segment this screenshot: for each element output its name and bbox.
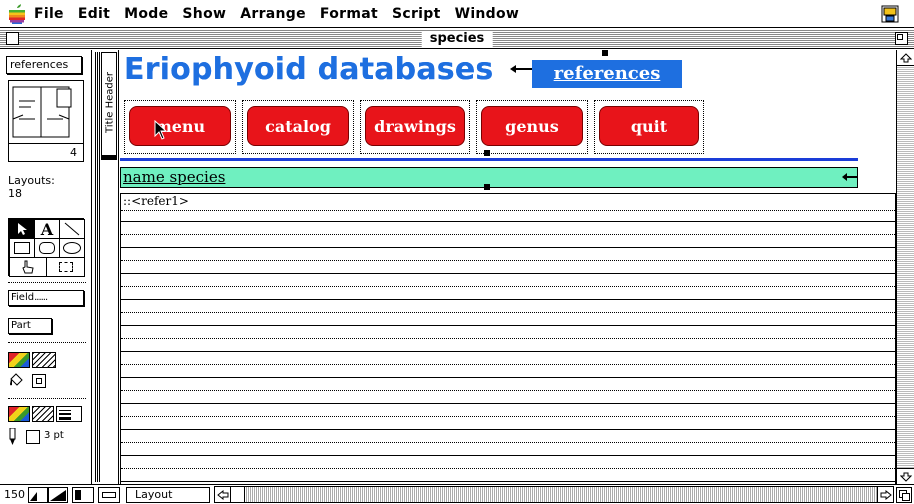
part-label-text: Title Header bbox=[104, 71, 116, 134]
field-tool-button[interactable]: Field...... bbox=[8, 290, 84, 306]
oval-tool-icon[interactable] bbox=[59, 238, 85, 258]
portal-tool-icon[interactable] bbox=[46, 257, 85, 277]
size-box-icon[interactable] bbox=[896, 487, 912, 503]
catalog-button[interactable]: catalog bbox=[247, 106, 349, 146]
zoom-out-icon[interactable] bbox=[28, 487, 48, 503]
pen-tool-icon bbox=[8, 427, 20, 446]
menu-button-frame: menu bbox=[124, 100, 236, 154]
window-bottom-bar: 150 Layout bbox=[0, 484, 914, 504]
part-label-title-header[interactable]: Title Header bbox=[101, 52, 117, 156]
layouts-count: 18 bbox=[8, 187, 22, 200]
layout-title-text[interactable]: Eriophyoid databases bbox=[124, 52, 493, 87]
scroll-up-arrow-icon[interactable] bbox=[897, 50, 914, 66]
layout-canvas: Eriophyoid databases references menu cat… bbox=[120, 50, 896, 484]
selection-handle[interactable] bbox=[602, 50, 608, 56]
genus-button-frame: genus bbox=[476, 100, 588, 154]
fill-effect-icon[interactable] bbox=[32, 374, 46, 388]
scroll-right-arrow-icon[interactable] bbox=[877, 487, 893, 502]
quit-button[interactable]: quit bbox=[599, 106, 699, 146]
scroll-thumb[interactable] bbox=[231, 487, 245, 502]
drawings-button[interactable]: drawings bbox=[365, 106, 465, 146]
menu-file[interactable]: File bbox=[34, 6, 64, 22]
close-box-icon[interactable] bbox=[6, 32, 19, 45]
part-tool-button[interactable]: Part bbox=[8, 318, 52, 334]
drawings-button-frame: drawings bbox=[360, 100, 470, 154]
window-title-bar[interactable]: species bbox=[0, 29, 914, 49]
line-tool-icon[interactable] bbox=[59, 219, 85, 239]
line-width-icon[interactable] bbox=[56, 406, 82, 422]
line-color-swatch[interactable] bbox=[26, 430, 40, 444]
references-body-field[interactable]: ::<refer1> bbox=[120, 193, 896, 484]
button-tool-icon[interactable] bbox=[9, 257, 47, 277]
part-tab-strip bbox=[95, 52, 100, 482]
selection-handle[interactable] bbox=[484, 150, 490, 156]
scroll-down-arrow-icon[interactable] bbox=[897, 468, 914, 484]
tool-palette: A bbox=[8, 218, 85, 277]
fill-color-icon[interactable] bbox=[8, 352, 30, 368]
layout-popup[interactable]: references bbox=[6, 56, 82, 74]
layout-book-icon[interactable]: 4 bbox=[8, 80, 84, 162]
application-menu-icon[interactable] bbox=[880, 4, 900, 24]
menu-button[interactable]: menu bbox=[129, 106, 231, 146]
field-tool-label: Field bbox=[11, 292, 35, 303]
status-area: references 4 Layouts: 18 A Field...... P… bbox=[0, 50, 92, 484]
pen-color-icon[interactable] bbox=[8, 406, 30, 422]
layouts-label: Layouts: bbox=[8, 174, 55, 187]
mode-label[interactable]: Layout bbox=[126, 487, 210, 503]
genus-button[interactable]: genus bbox=[481, 106, 583, 146]
mode-menu-icon[interactable] bbox=[98, 487, 120, 503]
reference-label[interactable]: references bbox=[532, 60, 682, 88]
rounded-rectangle-tool-icon[interactable] bbox=[34, 238, 60, 258]
menu-bar: File Edit Mode Show Arrange Format Scrip… bbox=[0, 0, 914, 28]
rectangle-tool-icon[interactable] bbox=[9, 238, 35, 258]
arrow-left-icon bbox=[842, 173, 858, 181]
part-tool-label: Part bbox=[11, 320, 31, 331]
header-rule[interactable] bbox=[120, 158, 858, 161]
menu-show[interactable]: Show bbox=[182, 6, 226, 22]
arrow-left-icon bbox=[510, 65, 532, 73]
body-field-placeholder: ::<refer1> bbox=[123, 194, 189, 208]
paint-bucket-icon bbox=[8, 372, 26, 390]
menu-mode[interactable]: Mode bbox=[124, 6, 168, 22]
menu-arrange[interactable]: Arrange bbox=[240, 6, 306, 22]
scroll-track[interactable] bbox=[897, 66, 914, 468]
pen-pattern-icon[interactable] bbox=[32, 406, 54, 422]
mouse-cursor-icon bbox=[154, 120, 168, 140]
vertical-scrollbar[interactable] bbox=[896, 50, 914, 484]
book-page-number: 4 bbox=[70, 146, 77, 159]
menu-window[interactable]: Window bbox=[455, 6, 520, 22]
pointer-tool-icon[interactable] bbox=[9, 219, 35, 239]
line-width-value: 3 pt bbox=[44, 430, 64, 441]
status-area-toggle-icon[interactable] bbox=[72, 487, 94, 503]
quit-button-frame: quit bbox=[594, 100, 704, 154]
menu-format[interactable]: Format bbox=[320, 6, 378, 22]
horizontal-scrollbar[interactable] bbox=[214, 486, 894, 503]
part-tab-column: Title Header bbox=[93, 50, 119, 484]
zoom-level: 150 bbox=[4, 488, 25, 501]
apple-menu-icon[interactable] bbox=[0, 0, 34, 28]
text-tool-icon[interactable]: A bbox=[34, 219, 60, 239]
menu-edit[interactable]: Edit bbox=[78, 6, 110, 22]
menu-script[interactable]: Script bbox=[392, 6, 441, 22]
selection-handle[interactable] bbox=[484, 184, 490, 190]
zoom-in-icon[interactable] bbox=[48, 487, 68, 503]
zoom-box-icon[interactable] bbox=[895, 32, 908, 45]
fill-pattern-icon[interactable] bbox=[32, 352, 56, 368]
scroll-left-arrow-icon[interactable] bbox=[215, 487, 231, 502]
catalog-button-frame: catalog bbox=[242, 100, 354, 154]
part-divider[interactable] bbox=[101, 156, 117, 160]
window-title: species bbox=[421, 31, 493, 47]
